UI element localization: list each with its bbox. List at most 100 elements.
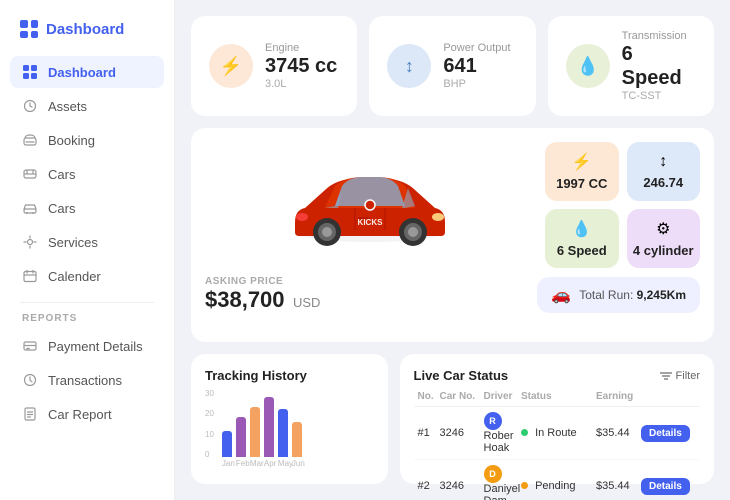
bar-mar-peach xyxy=(250,407,260,457)
spec-speed-value: 6 Speed xyxy=(557,243,607,258)
svg-text:KICKS: KICKS xyxy=(358,218,384,227)
bar-jan-blue xyxy=(222,431,232,457)
sidebar-item-cars1[interactable]: Cars xyxy=(10,158,164,190)
x-apr: Apr xyxy=(264,459,274,468)
spec-speed: 💧 6 Speed xyxy=(545,209,619,268)
sidebar-item-services-label: Services xyxy=(48,235,98,250)
y-label-10: 10 xyxy=(205,430,214,439)
sidebar-item-dashboard[interactable]: Dashboard xyxy=(10,56,164,88)
sidebar-item-cars2[interactable]: Cars xyxy=(10,192,164,224)
sidebar: Dashboard Dashboard Assets Booking xyxy=(0,0,175,500)
spec-bhp-value: 246.74 xyxy=(643,175,683,190)
sidebar-item-payment[interactable]: Payment Details xyxy=(10,330,164,362)
reports-nav: Payment Details Transactions Car Report xyxy=(0,330,174,430)
row2-action: Details xyxy=(641,478,696,495)
sidebar-item-transactions[interactable]: Transactions xyxy=(10,364,164,396)
bar-jan xyxy=(222,431,232,457)
row1-status: In Route xyxy=(521,427,596,439)
x-jun: Jun xyxy=(292,459,302,468)
chart-bars-area: Jan Feb Mar Apr May Jun xyxy=(222,389,374,468)
bar-may xyxy=(278,409,288,457)
x-jan: Jan xyxy=(222,459,232,468)
sidebar-title: Dashboard xyxy=(46,21,124,38)
power-value: 641 xyxy=(443,54,510,78)
sidebar-logo: Dashboard xyxy=(0,20,174,56)
stat-power: ↕ Power Output 641 BHP xyxy=(369,16,535,116)
row2-driver: D Daniyel Dam xyxy=(484,465,521,500)
sidebar-item-cars1-label: Cars xyxy=(48,167,75,182)
bar-apr-purple xyxy=(264,397,274,457)
logo-icon xyxy=(20,20,38,38)
asking-price-row: $38,700 USD xyxy=(205,287,320,313)
x-may: May xyxy=(278,459,288,468)
transmission-value: 6 Speed xyxy=(622,42,696,90)
col-header-action xyxy=(641,391,696,402)
power-info: Power Output 641 BHP xyxy=(443,42,510,90)
calender-icon xyxy=(22,268,38,284)
sidebar-item-services[interactable]: Services xyxy=(10,226,164,258)
bar-feb xyxy=(236,417,246,457)
row2-carno: 3246 xyxy=(440,480,484,492)
engine-sub: 3.0L xyxy=(265,78,337,90)
row1-avatar: R xyxy=(484,412,502,430)
row2-status-dot xyxy=(521,482,528,489)
sidebar-item-booking[interactable]: Booking xyxy=(10,124,164,156)
row2-details-button[interactable]: Details xyxy=(641,478,690,495)
live-car-status-card: Live Car Status Filter No. Car No. Drive… xyxy=(400,354,714,484)
dashboard-icon xyxy=(22,64,38,80)
total-run-text: Total Run: 9,245Km xyxy=(579,288,686,302)
transmission-label: Transmission xyxy=(622,30,696,42)
sidebar-item-car-report[interactable]: Car Report xyxy=(10,398,164,430)
row1-details-button[interactable]: Details xyxy=(641,425,690,442)
y-label-0: 0 xyxy=(205,450,214,459)
sidebar-item-assets-label: Assets xyxy=(48,99,87,114)
row1-status-dot xyxy=(521,429,528,436)
bar-feb-purple xyxy=(236,417,246,457)
y-label-20: 20 xyxy=(205,409,214,418)
spec-speed-icon: 💧 xyxy=(572,219,592,239)
asking-price-value: $38,700 xyxy=(205,287,285,312)
bar-jun-peach xyxy=(292,422,302,457)
power-sub: BHP xyxy=(443,78,510,90)
col-header-driver: Driver xyxy=(484,391,521,402)
sidebar-item-calender[interactable]: Calender xyxy=(10,260,164,292)
car-illustration: KICKS xyxy=(270,150,470,260)
spec-bhp: ↕ 246.74 xyxy=(627,142,701,201)
stat-transmission: 💧 Transmission 6 Speed TC-SST xyxy=(548,16,714,116)
y-label-30: 30 xyxy=(205,389,214,398)
col-header-no: No. xyxy=(418,391,440,402)
car-image-area: KICKS xyxy=(205,142,535,268)
x-feb: Feb xyxy=(236,459,246,468)
bar-mar xyxy=(250,407,260,457)
filter-button[interactable]: Filter xyxy=(660,370,700,382)
cars2-icon xyxy=(22,200,38,216)
car-detail-top: KICKS ⚡ 1997 CC ↕ 246.74 💧 6 Speed xyxy=(205,142,700,268)
spec-cylinder: ⚙ 4 cylinder xyxy=(627,209,701,268)
sidebar-item-assets[interactable]: Assets xyxy=(10,90,164,122)
row2-avatar: D xyxy=(484,465,502,483)
engine-icon: ⚡ xyxy=(209,44,253,88)
row2-status: Pending xyxy=(521,480,596,492)
main-content: ⚡ Engine 3745 cc 3.0L ↕ Power Output 641… xyxy=(175,0,730,500)
transmission-info: Transmission 6 Speed TC-SST xyxy=(622,30,696,102)
bar-may-blue xyxy=(278,409,288,457)
filter-icon xyxy=(660,371,672,381)
transmission-sub: TC-SST xyxy=(622,90,696,102)
tracking-history-card: Tracking History 30 20 10 0 xyxy=(191,354,388,484)
transactions-icon xyxy=(22,372,38,388)
row1-no: #1 xyxy=(418,427,440,439)
asking-price-area: ASKING PRICE $38,700 USD xyxy=(205,276,320,313)
row1-action: Details xyxy=(641,425,696,442)
engine-label: Engine xyxy=(265,42,337,54)
row2-no: #2 xyxy=(418,480,440,492)
sidebar-item-booking-label: Booking xyxy=(48,133,95,148)
payment-icon xyxy=(22,338,38,354)
spec-cylinder-icon: ⚙ xyxy=(656,219,670,239)
chart-y-axis: 30 20 10 0 xyxy=(205,389,214,459)
chart-bars xyxy=(222,389,374,459)
spec-cc-icon: ⚡ xyxy=(572,152,592,172)
bar-apr xyxy=(264,397,274,457)
col-header-status: Status xyxy=(521,391,596,402)
table-row: #1 3246 R Rober Hoak In Route $35.44 Det… xyxy=(414,407,700,460)
asking-price-currency: USD xyxy=(293,295,320,310)
